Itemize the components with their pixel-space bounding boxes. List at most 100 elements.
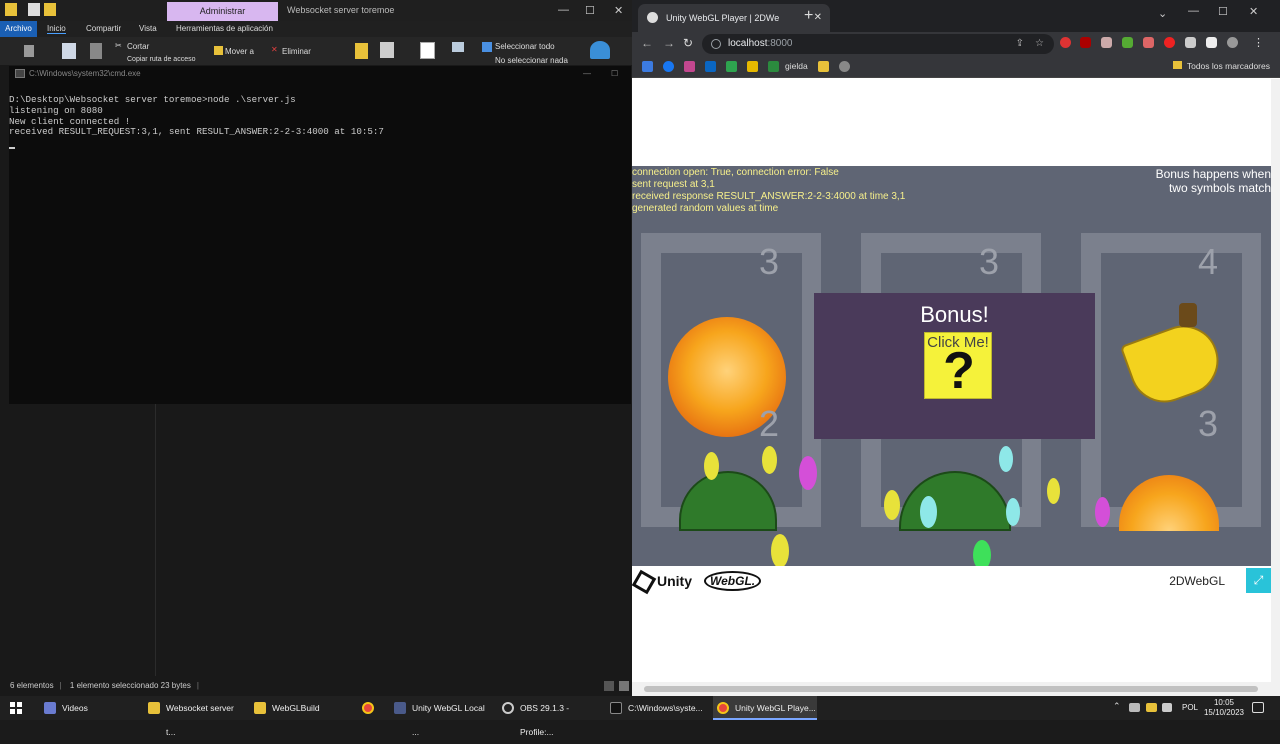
- tab-vista[interactable]: Vista: [139, 24, 157, 33]
- taskbar-item-explorer[interactable]: Websocket server t...: [144, 696, 244, 737]
- extension-icon[interactable]: [1122, 37, 1133, 48]
- banana-icon: [1119, 299, 1229, 413]
- clock[interactable]: 10:05 15/10/2023: [1204, 698, 1244, 718]
- close-icon[interactable]: ✕: [614, 4, 623, 17]
- selection-info: 1 elemento seleccionado 23 bytes: [69, 681, 191, 690]
- delete-button[interactable]: Eliminar: [282, 47, 311, 56]
- youtube-extension-icon[interactable]: [1164, 37, 1175, 48]
- tab-archivo[interactable]: Archivo: [0, 21, 37, 37]
- address-bar[interactable]: localhost:8000 ⇪ ☆: [702, 34, 1054, 54]
- minimize-icon[interactable]: —: [558, 4, 569, 16]
- build-title: 2DWebGL: [1169, 574, 1225, 588]
- back-icon[interactable]: ←: [641, 36, 653, 50]
- copy-icon[interactable]: [62, 43, 76, 59]
- reel-number: 3: [1198, 403, 1219, 444]
- bookmark-icon[interactable]: [818, 61, 829, 72]
- scrollbar-thumb[interactable]: [644, 686, 1258, 692]
- bookmark-gielda[interactable]: gielda: [785, 61, 808, 71]
- slot-reel: 3 2: [641, 233, 821, 531]
- all-bookmarks[interactable]: Todos los marcadores: [1172, 61, 1270, 71]
- status-text: connection open: True, connection error:…: [632, 167, 905, 215]
- taskbar-item-unity-player[interactable]: Unity WebGL Playe...: [713, 696, 817, 720]
- vertical-scrollbar[interactable]: [1271, 79, 1280, 682]
- linkedin-icon[interactable]: [705, 61, 716, 72]
- new-folder-icon[interactable]: [355, 43, 368, 59]
- explorer-file-area[interactable]: [0, 404, 632, 676]
- share-icon[interactable]: ⇪: [1016, 34, 1024, 54]
- bookmark-star-icon[interactable]: ☆: [1035, 34, 1044, 54]
- taskbar-item-obs[interactable]: OBS 29.1.3 - Profile:...: [498, 696, 602, 737]
- maximize-icon[interactable]: ☐: [1218, 5, 1228, 18]
- cmd-maximize-icon[interactable]: ☐: [611, 66, 618, 82]
- open-icon[interactable]: [452, 42, 464, 52]
- explorer-ribbon: ✂ Cortar Copiar ruta de acceso Mover a ✕…: [0, 37, 632, 65]
- extension-icon[interactable]: [1060, 37, 1071, 48]
- question-mark-icon: ?: [943, 342, 975, 400]
- close-icon[interactable]: ✕: [1249, 5, 1258, 18]
- paste-icon[interactable]: [90, 43, 102, 59]
- network-icon[interactable]: [1162, 703, 1172, 712]
- tab-search-icon[interactable]: ⌄: [1158, 7, 1167, 20]
- pin-icon[interactable]: [24, 45, 34, 57]
- details-view-icon[interactable]: [604, 681, 614, 691]
- move-to-button[interactable]: Mover a: [225, 47, 254, 56]
- bookmark-icon[interactable]: [747, 61, 758, 72]
- instagram-icon[interactable]: [684, 61, 695, 72]
- avatar[interactable]: [1227, 37, 1238, 48]
- chrome-icon: [362, 702, 374, 714]
- reel-number: 3: [979, 241, 1000, 282]
- new-tab-icon[interactable]: +: [804, 7, 813, 25]
- unity-canvas[interactable]: connection open: True, connection error:…: [632, 166, 1271, 566]
- horizontal-scrollbar[interactable]: [632, 682, 1280, 696]
- facebook-icon[interactable]: [663, 61, 674, 72]
- extension-icon[interactable]: [1101, 37, 1112, 48]
- taskbar-item-videos[interactable]: Videos: [40, 696, 140, 720]
- windows-start-icon[interactable]: [10, 702, 22, 714]
- bookmark-icon[interactable]: [839, 61, 850, 72]
- tiles-view-icon[interactable]: [619, 681, 629, 691]
- coin-icon: [799, 456, 817, 490]
- tray-overflow-icon[interactable]: ⌃: [1113, 701, 1121, 712]
- tray-app-icon[interactable]: [1129, 703, 1140, 712]
- forward-icon[interactable]: →: [663, 36, 675, 50]
- cmd-console[interactable]: D:\Desktop\Websocket server toremoe>node…: [9, 82, 631, 404]
- select-all-button[interactable]: Seleccionar todo: [495, 42, 555, 51]
- taskbar-item-webglbuild[interactable]: WebGLBuild: [250, 696, 350, 720]
- bookmark-icon[interactable]: [642, 61, 653, 72]
- properties-icon[interactable]: [420, 42, 435, 59]
- folder-icon: [148, 702, 160, 714]
- properties-icon[interactable]: [28, 3, 40, 16]
- tab-herramientas[interactable]: Herramientas de aplicación: [176, 24, 273, 33]
- fullscreen-button[interactable]: ⤢: [1246, 568, 1271, 593]
- bookmark-icon[interactable]: [768, 61, 779, 72]
- tab-compartir[interactable]: Compartir: [86, 24, 121, 33]
- notifications-icon[interactable]: [1252, 702, 1264, 713]
- tab-inicio[interactable]: Inicio: [47, 24, 66, 34]
- site-info-icon[interactable]: [711, 39, 721, 49]
- bonus-click-button[interactable]: Click Me! ?: [924, 332, 992, 399]
- cloud-upload-icon[interactable]: [590, 41, 610, 59]
- extension-icon[interactable]: [1143, 37, 1154, 48]
- bookmark-icon[interactable]: [726, 61, 737, 72]
- cut-button[interactable]: Cortar: [127, 42, 149, 51]
- tab-administrar[interactable]: Administrar: [167, 2, 278, 21]
- minimize-icon[interactable]: —: [1188, 5, 1199, 17]
- browser-tab[interactable]: Unity WebGL Player | 2DWe ✕: [638, 4, 830, 32]
- new-folder-icon[interactable]: [44, 3, 56, 16]
- taskbar-item-unity-local[interactable]: Unity WebGL Local ...: [390, 696, 494, 737]
- sidebar-icon[interactable]: [1206, 37, 1217, 48]
- select-none-button[interactable]: No seleccionar nada: [495, 56, 568, 65]
- maximize-icon[interactable]: ☐: [585, 4, 595, 17]
- taskbar-item-cmd[interactable]: C:\Windows\syste...: [606, 696, 710, 720]
- ublock-icon[interactable]: [1080, 37, 1091, 48]
- close-tab-icon[interactable]: ✕: [814, 4, 822, 32]
- copy-path-button[interactable]: Copiar ruta de acceso: [127, 56, 195, 63]
- kebab-menu-icon[interactable]: ⋮: [1253, 36, 1264, 49]
- extensions-puzzle-icon[interactable]: [1185, 37, 1196, 48]
- tray-app-icon[interactable]: [1146, 703, 1157, 712]
- new-item-icon[interactable]: [380, 42, 394, 58]
- reload-icon[interactable]: ↻: [683, 36, 693, 50]
- language-indicator[interactable]: POL: [1182, 703, 1198, 712]
- taskbar-item-chrome[interactable]: [358, 696, 388, 720]
- cmd-minimize-icon[interactable]: —: [583, 66, 591, 82]
